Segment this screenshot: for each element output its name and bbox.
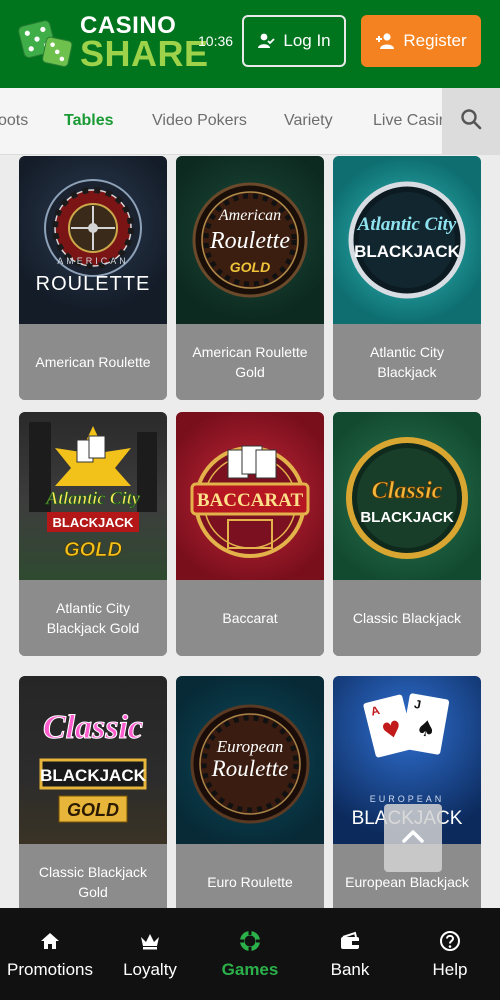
nav-label: Loyalty (123, 960, 177, 979)
art-text: BLACKJACK (354, 242, 461, 261)
nav-label: Help (432, 960, 468, 979)
game-thumbnail: AMERICAN ROULETTE (19, 156, 167, 324)
clock: 10:36 (198, 33, 234, 49)
game-title: Euro Roulette (176, 844, 324, 908)
bottom-nav: Promotions Loyalty Games Bank Help (0, 908, 500, 1000)
chevron-up-icon (401, 828, 425, 849)
art-text: AMERICAN (57, 256, 129, 266)
art-text: Roulette (211, 756, 289, 781)
game-title: American Roulette Gold (176, 324, 324, 400)
game-title: Atlantic City Blackjack (333, 324, 481, 400)
header: CASINO SHARE 10:36 Log In Register (0, 0, 500, 88)
question-circle-icon (439, 928, 461, 954)
register-button[interactable]: Register (361, 15, 481, 67)
nav-label: Promotions (7, 960, 93, 979)
art-text: BLACKJACK (360, 509, 454, 526)
art-text: Roulette (209, 228, 290, 254)
game-card[interactable]: American Roulette GOLD American Roulette… (176, 156, 324, 400)
nav-promotions[interactable]: Promotions (0, 908, 100, 1000)
game-card[interactable]: A♥ J♠ EUROPEAN BLACKJACK European Blackj… (333, 676, 481, 908)
art-text: Classic (43, 709, 143, 746)
game-title: Baccarat (176, 580, 324, 656)
art-text: GOLD (67, 800, 119, 820)
dice-icon (18, 13, 74, 73)
nav-loyalty[interactable]: Loyalty (100, 908, 200, 1000)
art-text: Classic (372, 478, 443, 504)
game-thumbnail: Classic BLACKJACK (333, 412, 481, 580)
tab-variety[interactable]: Variety (284, 112, 333, 130)
game-thumbnail: American Roulette GOLD (176, 156, 324, 324)
game-thumbnail: Atlantic City BLACKJACK (333, 156, 481, 324)
game-card[interactable]: Atlantic City BLACKJACK Atlantic City Bl… (333, 156, 481, 400)
art-text: ROULETTE (36, 273, 151, 295)
search-icon (460, 108, 482, 135)
art-text: BACCARAT (197, 490, 304, 511)
game-thumbnail: Atlantic City BLACKJACK GOLD (19, 412, 167, 580)
game-card[interactable]: Classic BLACKJACK Classic Blackjack (333, 412, 481, 656)
login-button[interactable]: Log In (242, 15, 346, 67)
home-icon (40, 928, 60, 954)
crown-icon (139, 928, 161, 954)
nav-help[interactable]: Help (400, 908, 500, 1000)
user-plus-icon (375, 32, 395, 50)
category-tabs: oots Tables Video Pokers Variety Live Ca… (0, 88, 500, 155)
art-text: European (216, 737, 283, 756)
nav-bank[interactable]: Bank (300, 908, 400, 1000)
game-card[interactable]: European Roulette Euro Roulette (176, 676, 324, 908)
chip-icon (239, 928, 261, 954)
wallet-icon (339, 928, 361, 954)
logo-share-text: SHARE (80, 33, 209, 74)
art-text: EUROPEAN (370, 794, 445, 804)
login-label: Log In (283, 31, 331, 50)
nav-label: Games (221, 960, 279, 979)
art-text: Atlantic City (45, 488, 141, 508)
app-root: CASINO SHARE 10:36 Log In Register oots … (0, 0, 500, 1000)
game-thumbnail: Classic BLACKJACK GOLD (19, 676, 167, 844)
register-label: Register (403, 31, 467, 50)
nav-label: Bank (330, 960, 370, 979)
game-card[interactable]: Classic BLACKJACK GOLD Classic Blackjack… (19, 676, 167, 908)
game-title: American Roulette (19, 324, 167, 400)
search-button[interactable] (442, 88, 500, 154)
art-text: GOLD (64, 539, 122, 561)
tab-live-casino[interactable]: Live Casir (373, 112, 444, 130)
game-title: Atlantic City Blackjack Gold (19, 580, 167, 656)
tab-slots[interactable]: oots (0, 112, 28, 130)
art-text: BLACKJACK (53, 515, 135, 530)
game-card[interactable]: BACCARAT Baccarat (176, 412, 324, 656)
game-thumbnail: European Roulette (176, 676, 324, 844)
nav-games[interactable]: Games (200, 908, 300, 1000)
scroll-top-button[interactable] (384, 804, 442, 872)
game-title: Classic Blackjack (333, 580, 481, 656)
game-title: Classic Blackjack Gold (19, 844, 167, 908)
art-text: Atlantic City (357, 214, 457, 235)
user-check-icon (257, 32, 275, 50)
art-text: GOLD (230, 259, 270, 275)
game-card[interactable]: Atlantic City BLACKJACK GOLD Atlantic Ci… (19, 412, 167, 656)
art-text: BLACKJACK (40, 766, 147, 785)
game-thumbnail: BACCARAT (176, 412, 324, 580)
logo[interactable]: CASINO SHARE (18, 10, 208, 76)
tab-video-pokers[interactable]: Video Pokers (152, 112, 247, 130)
art-text: American (218, 207, 281, 224)
tab-tables[interactable]: Tables (64, 112, 114, 130)
game-card[interactable]: AMERICAN ROULETTE American Roulette (19, 156, 167, 400)
games-grid: AMERICAN ROULETTE American Roulette Amer… (0, 156, 500, 908)
